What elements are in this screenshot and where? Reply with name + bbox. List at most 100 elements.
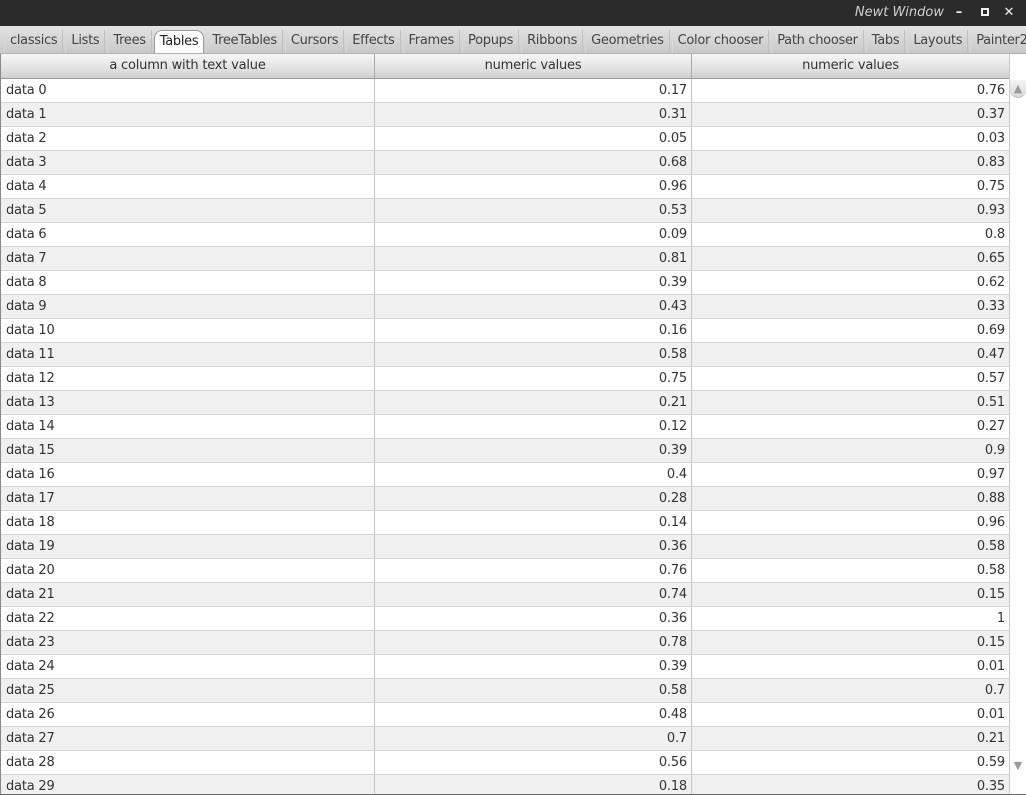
cell-numeric-2[interactable]: 0.96 (692, 511, 1010, 534)
table-row[interactable]: data 5 0.53 0.93 (1, 199, 1010, 223)
cell-numeric-1[interactable]: 0.39 (375, 271, 692, 294)
table-row[interactable]: data 19 0.36 0.58 (1, 535, 1010, 559)
cell-numeric-2[interactable]: 0.15 (692, 583, 1010, 606)
cell-text[interactable]: data 3 (1, 151, 375, 174)
cell-text[interactable]: data 14 (1, 415, 375, 438)
cell-numeric-1[interactable]: 0.58 (375, 679, 692, 702)
cell-numeric-2[interactable]: 0.01 (692, 703, 1010, 726)
cell-numeric-2[interactable]: 0.35 (692, 775, 1010, 794)
cell-text[interactable]: data 12 (1, 367, 375, 390)
tab-geometries[interactable]: Geometries (585, 30, 670, 53)
table-row[interactable]: data 21 0.74 0.15 (1, 583, 1010, 607)
cell-numeric-2[interactable]: 0.59 (692, 751, 1010, 774)
cell-numeric-2[interactable]: 0.76 (692, 79, 1010, 102)
cell-numeric-1[interactable]: 0.21 (375, 391, 692, 414)
column-header-numeric-1[interactable]: numeric values (375, 54, 692, 79)
tab-classics[interactable]: classics (4, 30, 64, 53)
cell-numeric-2[interactable]: 0.9 (692, 439, 1010, 462)
tab-color-chooser[interactable]: Color chooser (671, 30, 770, 53)
cell-numeric-1[interactable]: 0.39 (375, 655, 692, 678)
cell-numeric-1[interactable]: 0.74 (375, 583, 692, 606)
cell-numeric-1[interactable]: 0.4 (375, 463, 692, 486)
table-row[interactable]: data 14 0.12 0.27 (1, 415, 1010, 439)
column-header-numeric-2[interactable]: numeric values (692, 54, 1010, 79)
table-row[interactable]: data 9 0.43 0.33 (1, 295, 1010, 319)
cell-numeric-2[interactable]: 0.58 (692, 559, 1010, 582)
cell-text[interactable]: data 6 (1, 223, 375, 246)
table-row[interactable]: data 15 0.39 0.9 (1, 439, 1010, 463)
table-row[interactable]: data 28 0.56 0.59 (1, 751, 1010, 775)
cell-numeric-2[interactable]: 0.15 (692, 631, 1010, 654)
cell-numeric-1[interactable]: 0.12 (375, 415, 692, 438)
cell-numeric-1[interactable]: 0.14 (375, 511, 692, 534)
cell-numeric-1[interactable]: 0.75 (375, 367, 692, 390)
cell-text[interactable]: data 28 (1, 751, 375, 774)
tab-tabs[interactable]: Tabs (865, 30, 906, 53)
table-row[interactable]: data 10 0.16 0.69 (1, 319, 1010, 343)
cell-numeric-2[interactable]: 0.93 (692, 199, 1010, 222)
scroll-down-button[interactable]: ▼ (1010, 757, 1026, 775)
table-row[interactable]: data 6 0.09 0.8 (1, 223, 1010, 247)
table-row[interactable]: data 1 0.31 0.37 (1, 103, 1010, 127)
table-row[interactable]: data 18 0.14 0.96 (1, 511, 1010, 535)
cell-numeric-2[interactable]: 0.69 (692, 319, 1010, 342)
table-row[interactable]: data 24 0.39 0.01 (1, 655, 1010, 679)
cell-numeric-2[interactable]: 0.58 (692, 535, 1010, 558)
cell-text[interactable]: data 22 (1, 607, 375, 630)
cell-numeric-1[interactable]: 0.18 (375, 775, 692, 794)
cell-numeric-1[interactable]: 0.05 (375, 127, 692, 150)
table-row[interactable]: data 29 0.18 0.35 (1, 775, 1010, 794)
tab-lists[interactable]: Lists (65, 30, 106, 53)
table-row[interactable]: data 20 0.76 0.58 (1, 559, 1010, 583)
minimize-button[interactable]: – (950, 4, 968, 22)
cell-text[interactable]: data 4 (1, 175, 375, 198)
cell-numeric-2[interactable]: 0.51 (692, 391, 1010, 414)
cell-numeric-1[interactable]: 0.28 (375, 487, 692, 510)
table-row[interactable]: data 26 0.48 0.01 (1, 703, 1010, 727)
tab-popups[interactable]: Popups (462, 30, 520, 53)
cell-numeric-1[interactable]: 0.09 (375, 223, 692, 246)
cell-text[interactable]: data 29 (1, 775, 375, 794)
cell-numeric-1[interactable]: 0.36 (375, 535, 692, 558)
table-row[interactable]: data 2 0.05 0.03 (1, 127, 1010, 151)
cell-numeric-1[interactable]: 0.17 (375, 79, 692, 102)
cell-text[interactable]: data 27 (1, 727, 375, 750)
table-row[interactable]: data 17 0.28 0.88 (1, 487, 1010, 511)
cell-text[interactable]: data 25 (1, 679, 375, 702)
cell-numeric-1[interactable]: 0.43 (375, 295, 692, 318)
cell-numeric-1[interactable]: 0.36 (375, 607, 692, 630)
cell-numeric-2[interactable]: 0.33 (692, 295, 1010, 318)
cell-numeric-1[interactable]: 0.58 (375, 343, 692, 366)
table-row[interactable]: data 27 0.7 0.21 (1, 727, 1010, 751)
table-row[interactable]: data 3 0.68 0.83 (1, 151, 1010, 175)
cell-text[interactable]: data 15 (1, 439, 375, 462)
table-row[interactable]: data 0 0.17 0.76 (1, 79, 1010, 103)
cell-numeric-2[interactable]: 0.83 (692, 151, 1010, 174)
cell-text[interactable]: data 7 (1, 247, 375, 270)
cell-text[interactable]: data 5 (1, 199, 375, 222)
table-row[interactable]: data 22 0.36 1 (1, 607, 1010, 631)
cell-numeric-2[interactable]: 0.75 (692, 175, 1010, 198)
cell-text[interactable]: data 26 (1, 703, 375, 726)
tab-trees[interactable]: Trees (107, 30, 152, 53)
column-header-text[interactable]: a column with text value (1, 54, 375, 79)
cell-text[interactable]: data 9 (1, 295, 375, 318)
table-row[interactable]: data 23 0.78 0.15 (1, 631, 1010, 655)
table-row[interactable]: data 25 0.58 0.7 (1, 679, 1010, 703)
vertical-scrollbar[interactable]: ▲ ▼ (1009, 79, 1026, 794)
cell-numeric-2[interactable]: 0.7 (692, 679, 1010, 702)
cell-text[interactable]: data 16 (1, 463, 375, 486)
cell-numeric-1[interactable]: 0.56 (375, 751, 692, 774)
cell-numeric-1[interactable]: 0.31 (375, 103, 692, 126)
cell-numeric-2[interactable]: 0.62 (692, 271, 1010, 294)
cell-numeric-2[interactable]: 1 (692, 607, 1010, 630)
tab-ribbons[interactable]: Ribbons (521, 30, 584, 53)
table-row[interactable]: data 16 0.4 0.97 (1, 463, 1010, 487)
tab-tables[interactable]: Tables (153, 30, 205, 53)
maximize-button[interactable] (976, 4, 994, 22)
table-row[interactable]: data 11 0.58 0.47 (1, 343, 1010, 367)
tab-cursors[interactable]: Cursors (284, 30, 345, 53)
cell-numeric-2[interactable]: 0.03 (692, 127, 1010, 150)
table-row[interactable]: data 13 0.21 0.51 (1, 391, 1010, 415)
cell-text[interactable]: data 2 (1, 127, 375, 150)
